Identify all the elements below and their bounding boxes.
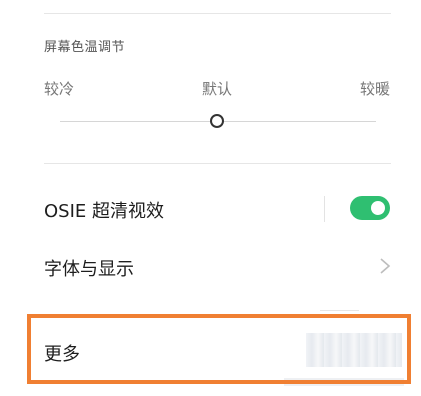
row-vertical-separator xyxy=(324,196,325,222)
toggle-knob xyxy=(371,201,385,215)
warm-label: 较暖 xyxy=(360,80,391,98)
chevron-right-icon xyxy=(380,258,391,274)
more-label: 更多 xyxy=(44,344,80,365)
top-divider xyxy=(44,13,391,14)
font-display-label: 字体与显示 xyxy=(44,259,134,280)
display-settings-page: 屏幕色温调节 较冷 默认 较暖 OSIE 超清视效 字体与显示 更多 xyxy=(0,0,421,396)
more-row[interactable]: 更多 xyxy=(31,318,407,380)
color-temperature-slider-thumb[interactable] xyxy=(210,114,224,128)
section-divider xyxy=(44,163,391,164)
osie-label: OSIE 超清视效 xyxy=(44,201,164,222)
default-label: 默认 xyxy=(202,80,233,98)
color-temperature-title: 屏幕色温调节 xyxy=(44,40,126,55)
partial-divider xyxy=(320,310,359,311)
cool-label: 较冷 xyxy=(44,80,75,98)
osie-toggle[interactable] xyxy=(350,196,390,220)
font-display-row[interactable]: 字体与显示 xyxy=(0,242,421,292)
osie-setting-row[interactable]: OSIE 超清视效 xyxy=(0,184,421,234)
